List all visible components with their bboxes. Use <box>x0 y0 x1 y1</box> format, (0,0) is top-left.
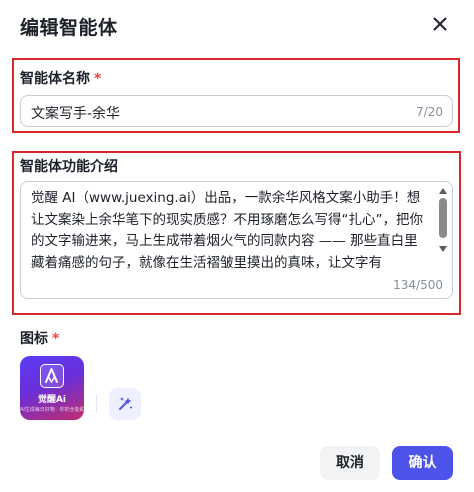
brand-tagline: AI生成每日好物 · 你的全能助手 <box>20 407 84 413</box>
description-char-counter: 134/500 <box>393 278 443 292</box>
name-char-counter: 7/20 <box>416 105 443 119</box>
magic-sparkle-icon <box>119 397 132 410</box>
ai-generate-icon-button[interactable] <box>109 388 141 420</box>
icon-label-text: 图标 <box>20 331 48 347</box>
agent-avatar-icon[interactable]: 觉醒Ai AI生成每日好物 · 你的全能助手 <box>20 356 84 420</box>
required-mark: * <box>52 331 60 347</box>
icon-field-label: 图标 * <box>20 328 59 348</box>
agent-description-textarea[interactable]: 觉醒 AI（www.juexing.ai）出品，一款余华风格文案小助手！想让文案… <box>20 181 453 299</box>
scroll-down-arrow-icon[interactable] <box>439 246 447 252</box>
description-field-label: 智能体功能介绍 <box>20 156 118 176</box>
name-field-label: 智能体名称 * <box>20 68 101 88</box>
edit-agent-dialog: 编辑智能体 智能体名称 * 文案写手-余华 7/20 智能体功能介绍 觉醒 AI（… <box>0 0 474 492</box>
brand-logo-icon <box>40 364 64 388</box>
textarea-scrollbar-thumb[interactable] <box>439 198 447 238</box>
description-label-text: 智能体功能介绍 <box>20 159 118 175</box>
scroll-up-arrow-icon[interactable] <box>439 188 447 194</box>
name-label-text: 智能体名称 <box>20 71 90 87</box>
agent-name-value[interactable]: 文案写手-余华 <box>31 103 120 123</box>
agent-description-value[interactable]: 觉醒 AI（www.juexing.ai）出品，一款余华风格文案小助手！想让文案… <box>31 188 431 274</box>
icon-divider <box>96 394 97 412</box>
required-mark: * <box>94 71 102 87</box>
cancel-button[interactable]: 取消 <box>320 446 380 480</box>
dialog-title: 编辑智能体 <box>20 17 118 39</box>
agent-name-input[interactable]: 文案写手-余华 7/20 <box>20 95 453 127</box>
brand-name: 觉醒Ai <box>37 395 67 405</box>
close-icon[interactable] <box>428 12 452 36</box>
confirm-button[interactable]: 确认 <box>392 446 453 480</box>
